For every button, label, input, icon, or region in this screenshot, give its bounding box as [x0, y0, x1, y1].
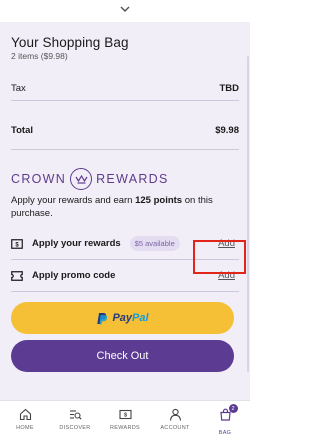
divider: [11, 149, 239, 150]
tab-account[interactable]: ACCOUNT: [150, 401, 200, 442]
tab-home[interactable]: HOME: [0, 401, 50, 442]
page-title: Your Shopping Bag: [11, 35, 129, 50]
brand-crown: CROWN: [11, 172, 67, 186]
home-icon: [19, 408, 31, 421]
tax-row: Tax TBD: [11, 83, 239, 94]
checkout-button[interactable]: Check Out: [11, 340, 234, 372]
apply-promo-label: Apply promo code: [32, 270, 116, 281]
scrollbar[interactable]: [247, 56, 249, 372]
tax-label: Tax: [11, 83, 26, 94]
chevron-down-icon[interactable]: [119, 4, 131, 14]
bag-icon-wrap: 2: [219, 404, 238, 426]
tab-label: BAG: [218, 430, 232, 436]
item-count: 2 items ($9.98): [11, 51, 68, 61]
tab-label: REWARDS: [109, 425, 140, 431]
paypal-button[interactable]: PayPal: [11, 302, 234, 334]
rewards-points: 125 points: [135, 195, 183, 206]
bag-count-badge: 2: [228, 404, 238, 413]
bottom-tab-bar: HOME DISCOVER $ REWARDS ACCOUNT 2 BAG: [0, 400, 250, 442]
rewards-available-badge: $5 available: [129, 236, 180, 251]
highlight-box: [193, 240, 246, 274]
total-value: $9.98: [215, 125, 239, 136]
status-bar: [0, 0, 250, 22]
divider: [11, 100, 239, 101]
crown-rewards-logo: CROWN REWARDS: [11, 168, 239, 190]
tab-label: HOME: [16, 425, 34, 431]
tab-label: DISCOVER: [59, 425, 91, 431]
discover-icon: [69, 410, 82, 420]
svg-text:$: $: [15, 242, 19, 248]
tab-bag[interactable]: 2 BAG: [200, 401, 250, 442]
account-icon: [169, 408, 181, 421]
tax-value: TBD: [219, 83, 239, 94]
promo-ticket-icon: [11, 270, 23, 281]
ticket-icon: $: [11, 238, 23, 249]
divider: [11, 291, 239, 292]
paypal-icon: [97, 312, 108, 324]
paypal-wordmark: PayPal: [112, 312, 149, 324]
tab-discover[interactable]: DISCOVER: [50, 401, 100, 442]
brand-rewards: REWARDS: [96, 172, 169, 186]
rewards-description: Apply your rewards and earn 125 points o…: [11, 195, 213, 219]
total-label: Total: [11, 125, 33, 136]
svg-text:$: $: [123, 413, 126, 419]
total-row: Total $9.98: [11, 125, 239, 136]
rewards-icon: $: [118, 409, 132, 420]
tab-label: ACCOUNT: [160, 425, 190, 431]
crown-icon: [70, 168, 93, 190]
tab-rewards[interactable]: $ REWARDS: [100, 401, 150, 442]
apply-rewards-label: Apply your rewards: [32, 238, 121, 249]
